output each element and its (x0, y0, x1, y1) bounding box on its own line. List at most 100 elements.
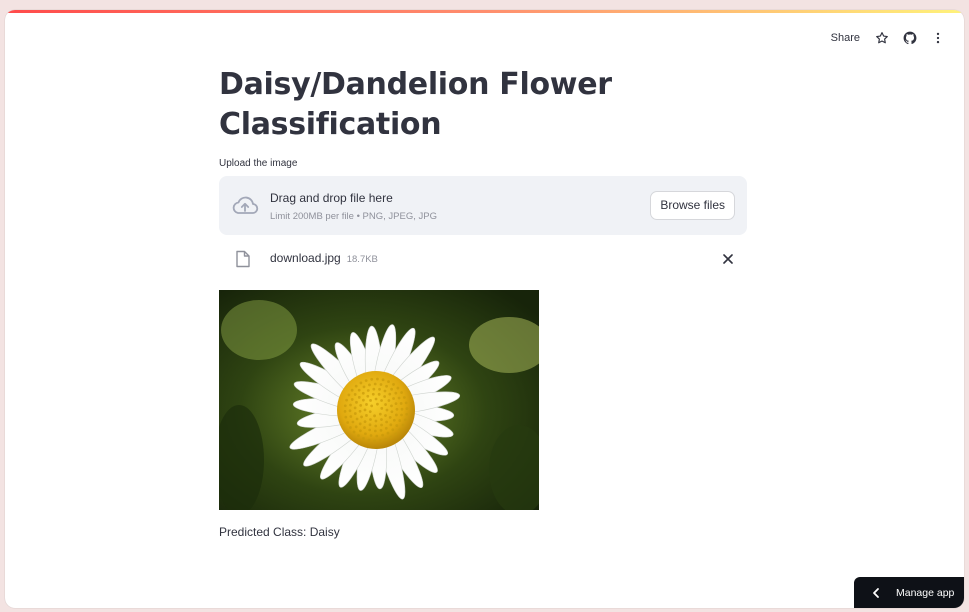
seed-dot (363, 426, 366, 429)
seed-dot (373, 414, 376, 418)
seed-dot (395, 413, 398, 417)
seed-dot (395, 407, 399, 411)
seed-dot (372, 387, 376, 391)
seed-dot (387, 380, 390, 384)
top-decoration-bar (5, 10, 964, 13)
upload-label: Upload the image (219, 158, 298, 169)
file-size: 18.7KB (346, 254, 378, 265)
seed-dot (361, 398, 365, 402)
toolbar: Share (831, 30, 946, 46)
seed-dot (368, 428, 372, 432)
seed-dot (363, 420, 367, 424)
seed-dot (392, 418, 396, 422)
seed-dot (388, 415, 392, 419)
seed-dot (385, 420, 389, 424)
chevron-left-icon (873, 587, 879, 598)
seed-dot (388, 392, 392, 396)
seed-dot (368, 410, 372, 414)
dropzone-instructions: Drag and drop file here (270, 191, 393, 205)
seed-dot (369, 399, 372, 402)
seed-dot (400, 407, 404, 411)
github-icon[interactable] (902, 30, 918, 46)
uploaded-image (219, 290, 539, 510)
file-name: download.jpg (270, 251, 341, 265)
seed-dot (390, 410, 394, 414)
seed-dot (384, 403, 387, 406)
seed-dot (359, 429, 362, 433)
seed-dot (374, 424, 378, 428)
dropzone-limit: Limit 200MB per file • PNG, JPEG, JPG (270, 211, 437, 222)
seed-dot (378, 439, 382, 443)
uploaded-file: download.jpg 18.7KB (219, 248, 747, 270)
seed-dot (353, 393, 357, 396)
seed-dot (369, 434, 373, 437)
star-icon[interactable] (874, 30, 890, 46)
seed-dot (390, 387, 393, 391)
manage-app-button[interactable]: Manage app (854, 577, 964, 608)
seed-dot (379, 383, 383, 386)
seed-dot (364, 432, 367, 436)
seed-dot (358, 422, 362, 426)
seed-dot (344, 415, 348, 419)
seed-dot (394, 391, 398, 395)
seed-dot (366, 394, 370, 398)
seed-dot (362, 436, 365, 440)
seed-dot (377, 392, 381, 396)
browse-files-button[interactable]: Browse files (650, 191, 735, 220)
seed-dot (381, 378, 385, 382)
seed-dot (355, 400, 358, 404)
seed-dot (390, 404, 393, 408)
seed-dot (358, 409, 362, 413)
seed-dot (350, 398, 354, 401)
file-name-wrapper: download.jpg 18.7KB (270, 251, 378, 265)
seed-dot (384, 414, 387, 417)
daisy-image (219, 290, 539, 510)
seed-dot (391, 428, 395, 432)
seed-dot (405, 412, 409, 416)
seed-dot (374, 419, 378, 423)
seed-dot (343, 410, 347, 413)
seed-dot (399, 402, 403, 405)
seed-dot (396, 386, 400, 390)
seed-dot (343, 404, 347, 408)
seed-dot (349, 426, 352, 429)
app-window: Share Daisy/Dandelion Flower Classificat… (5, 10, 964, 608)
seed-dot (370, 377, 374, 381)
more-vertical-icon[interactable] (930, 30, 946, 46)
seed-dot (350, 388, 354, 392)
seed-dot (349, 403, 352, 407)
seed-dot (354, 425, 358, 429)
seed-dot (380, 423, 383, 427)
seed-dot (383, 395, 387, 398)
seed-dot (385, 384, 388, 388)
seed-dot (364, 379, 368, 383)
seed-dot (363, 408, 367, 412)
seed-dot (380, 399, 383, 402)
manage-app-label: Manage app (896, 586, 955, 599)
seed-dot (373, 382, 377, 386)
seed-dot (370, 404, 374, 408)
seed-dot (357, 388, 361, 392)
seed-dot (376, 377, 379, 381)
seed-dot (400, 413, 403, 417)
seed-dot (403, 418, 407, 422)
seed-dot (348, 409, 352, 413)
seed-dot (360, 415, 363, 419)
seed-dot (398, 419, 402, 422)
seed-dot (374, 397, 378, 401)
seed-dot (378, 412, 382, 416)
seed-dot (380, 418, 383, 421)
file-dropzone[interactable]: Drag and drop file here Limit 200MB per … (219, 176, 747, 235)
seed-dot (376, 402, 379, 406)
share-button[interactable]: Share (831, 32, 860, 44)
seed-dot (368, 383, 371, 387)
seed-dot (359, 403, 363, 407)
seed-dot (353, 406, 357, 410)
seed-dot (351, 420, 355, 424)
seed-dot (365, 414, 368, 417)
seed-dot (397, 396, 401, 400)
seed-dot (385, 408, 389, 412)
seed-dot (384, 437, 388, 441)
file-icon (236, 250, 250, 268)
close-icon[interactable] (722, 253, 734, 265)
